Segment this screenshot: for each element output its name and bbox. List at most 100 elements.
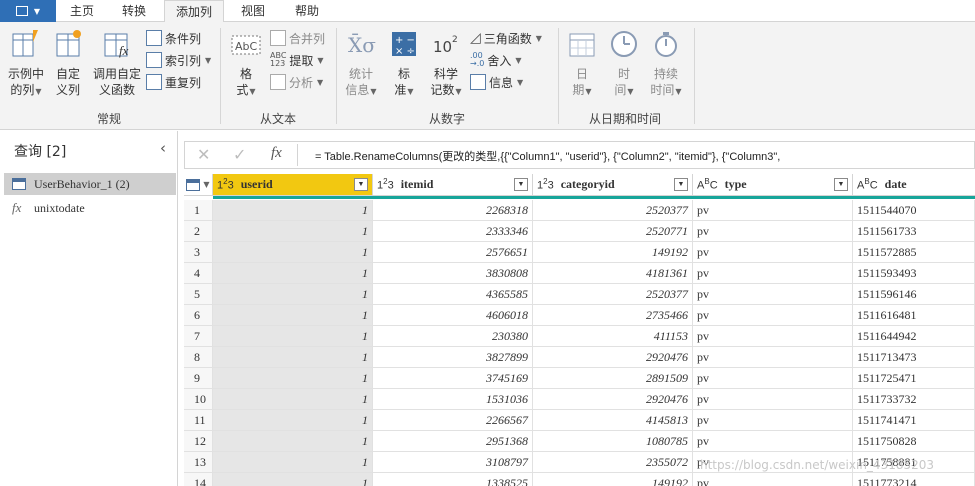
row-number[interactable]: 14	[184, 473, 213, 486]
cell-itemid[interactable]: 2266567	[373, 410, 533, 431]
cell-date[interactable]: 1511544070	[853, 200, 975, 221]
cell-date[interactable]: 1511593493	[853, 263, 975, 284]
table-row[interactable]: 11 1 2266567 4145813 pv 1511741471	[184, 410, 975, 431]
cell-date[interactable]: 1511596146	[853, 284, 975, 305]
filter-dropdown-button[interactable]: ▼	[674, 178, 688, 191]
cell-categoryid[interactable]: 2920476	[533, 389, 693, 410]
cell-itemid[interactable]: 2576651	[373, 242, 533, 263]
row-number[interactable]: 6	[184, 305, 213, 326]
cell-type[interactable]: pv	[693, 326, 853, 347]
column-header-type[interactable]: ABC type ▼	[693, 174, 853, 196]
cell-categoryid[interactable]: 2520377	[533, 200, 693, 221]
commit-formula-icon[interactable]: ✓	[233, 145, 246, 164]
cell-categoryid[interactable]: 2920476	[533, 347, 693, 368]
cell-categoryid[interactable]: 2891509	[533, 368, 693, 389]
column-from-examples-button[interactable]: 示例中 的列▼	[4, 28, 48, 100]
cell-categoryid[interactable]: 1080785	[533, 431, 693, 452]
formula-input[interactable]: = Table.RenameColumns(更改的类型,{{"Column1",…	[315, 148, 780, 164]
cell-date[interactable]: 1511713473	[853, 347, 975, 368]
cell-itemid[interactable]: 3830808	[373, 263, 533, 284]
rounding-button[interactable]: .00 →.0 舍入 ▼	[470, 50, 522, 70]
row-number[interactable]: 1	[184, 200, 213, 221]
column-header-date[interactable]: ABC date	[853, 174, 975, 196]
cell-userid[interactable]: 1	[213, 221, 373, 242]
filter-dropdown-button[interactable]: ▼	[514, 178, 528, 191]
table-row[interactable]: 3 1 2576651 149192 pv 1511572885	[184, 242, 975, 263]
tab-add-column[interactable]: 添加列	[164, 0, 224, 23]
row-number[interactable]: 2	[184, 221, 213, 242]
cell-itemid[interactable]: 3108797	[373, 452, 533, 473]
cancel-formula-icon[interactable]: ✕	[197, 145, 210, 164]
cell-userid[interactable]: 1	[213, 326, 373, 347]
cell-categoryid[interactable]: 2520377	[533, 284, 693, 305]
cell-itemid[interactable]: 4365585	[373, 284, 533, 305]
cell-date[interactable]: 1511725471	[853, 368, 975, 389]
cell-userid[interactable]: 1	[213, 242, 373, 263]
cell-date[interactable]: 1511644942	[853, 326, 975, 347]
filter-dropdown-button[interactable]: ▼	[834, 178, 848, 191]
number-type-icon[interactable]: 123	[537, 177, 554, 192]
table-row[interactable]: 8 1 3827899 2920476 pv 1511713473	[184, 347, 975, 368]
cell-type[interactable]: pv	[693, 389, 853, 410]
cell-date[interactable]: 1511572885	[853, 242, 975, 263]
cell-type[interactable]: pv	[693, 347, 853, 368]
row-number[interactable]: 4	[184, 263, 213, 284]
cell-date[interactable]: 1511741471	[853, 410, 975, 431]
scientific-button[interactable]: 10 2 科学 记数▼	[426, 28, 466, 100]
index-column-button[interactable]: 索引列 ▼	[146, 50, 211, 70]
cell-type[interactable]: pv	[693, 263, 853, 284]
cell-itemid[interactable]: 1338525	[373, 473, 533, 486]
cell-itemid[interactable]: 2951368	[373, 431, 533, 452]
cell-userid[interactable]: 1	[213, 368, 373, 389]
trigonometry-button[interactable]: ◿ 三角函数 ▼	[470, 28, 542, 48]
cell-categoryid[interactable]: 149192	[533, 242, 693, 263]
table-row[interactable]: 12 1 2951368 1080785 pv 1511750828	[184, 431, 975, 452]
cell-type[interactable]: pv	[693, 305, 853, 326]
cell-date[interactable]: 1511616481	[853, 305, 975, 326]
cell-categoryid[interactable]: 2355072	[533, 452, 693, 473]
filter-dropdown-button[interactable]: ▼	[354, 178, 368, 191]
cell-userid[interactable]: 1	[213, 473, 373, 486]
cell-userid[interactable]: 1	[213, 431, 373, 452]
cell-date[interactable]: 1511750828	[853, 431, 975, 452]
tab-home[interactable]: 主页	[58, 0, 106, 22]
cell-type[interactable]: pv	[693, 368, 853, 389]
custom-column-button[interactable]: 自定 义列	[50, 28, 86, 98]
duplicate-column-button[interactable]: 重复列	[146, 72, 201, 92]
table-row[interactable]: 5 1 4365585 2520377 pv 1511596146	[184, 284, 975, 305]
cell-type[interactable]: pv	[693, 473, 853, 486]
statistics-button[interactable]: X̄σ 统计 信息▼	[342, 28, 380, 100]
row-number[interactable]: 10	[184, 389, 213, 410]
table-row[interactable]: 1 1 2268318 2520377 pv 1511544070	[184, 200, 975, 221]
conditional-column-button[interactable]: 条件列	[146, 28, 201, 48]
cell-itemid[interactable]: 3827899	[373, 347, 533, 368]
number-type-icon[interactable]: 123	[217, 177, 234, 192]
row-number[interactable]: 5	[184, 284, 213, 305]
table-row[interactable]: 7 1 230380 411153 pv 1511644942	[184, 326, 975, 347]
cell-userid[interactable]: 1	[213, 389, 373, 410]
time-button[interactable]: 时 间▼	[606, 28, 642, 100]
table-row[interactable]: 2 1 2333346 2520771 pv 1511561733	[184, 221, 975, 242]
cell-categoryid[interactable]: 4145813	[533, 410, 693, 431]
table-row[interactable]: 6 1 4606018 2735466 pv 1511616481	[184, 305, 975, 326]
table-row[interactable]: 14 1 1338525 149192 pv 1511773214	[184, 473, 975, 486]
cell-itemid[interactable]: 2268318	[373, 200, 533, 221]
table-menu-button[interactable]: ▼	[184, 174, 213, 196]
merge-columns-button[interactable]: 合并列	[270, 28, 325, 48]
row-number[interactable]: 9	[184, 368, 213, 389]
cell-type[interactable]: pv	[693, 221, 853, 242]
cell-itemid[interactable]: 4606018	[373, 305, 533, 326]
query-item-unixtodate[interactable]: fx unixtodate	[4, 197, 176, 219]
column-header-categoryid[interactable]: 123 categoryid ▼	[533, 174, 693, 196]
cell-type[interactable]: pv	[693, 242, 853, 263]
query-item-userbehavior[interactable]: UserBehavior_1 (2)	[4, 173, 176, 195]
cell-date[interactable]: 1511773214	[853, 473, 975, 486]
cell-userid[interactable]: 1	[213, 410, 373, 431]
cell-itemid[interactable]: 1531036	[373, 389, 533, 410]
row-number[interactable]: 8	[184, 347, 213, 368]
tab-view[interactable]: 视图	[228, 0, 278, 22]
column-header-itemid[interactable]: 123 itemid ▼	[373, 174, 533, 196]
date-button[interactable]: 日 期▼	[564, 28, 600, 100]
cell-date[interactable]: 1511733732	[853, 389, 975, 410]
cell-userid[interactable]: 1	[213, 305, 373, 326]
